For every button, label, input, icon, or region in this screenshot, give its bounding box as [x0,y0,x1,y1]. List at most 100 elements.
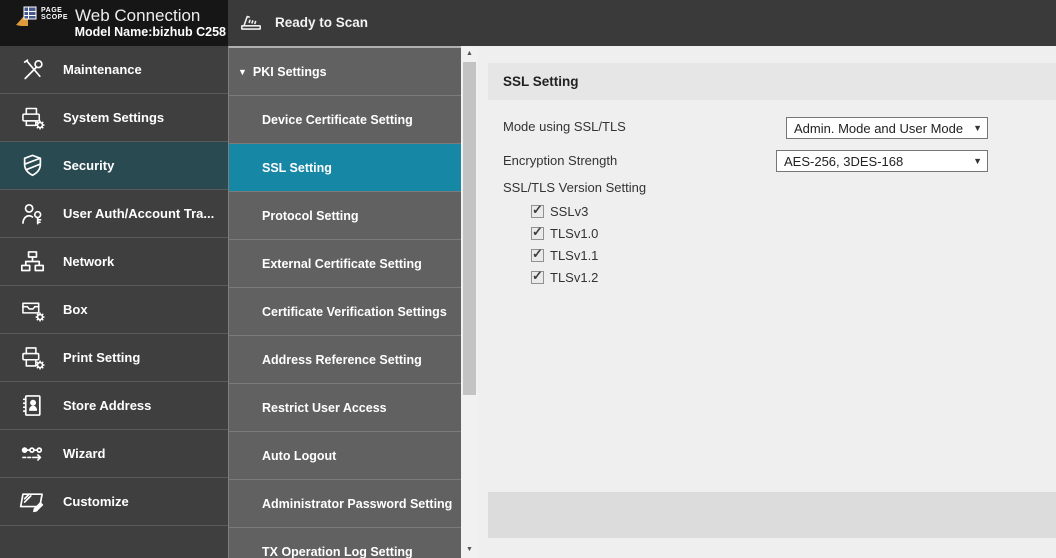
submenu-item-label: Certificate Verification Settings [262,305,447,319]
submenu-item-device-certificate-setting[interactable]: Device Certificate Setting [229,96,461,144]
sidebar-item-label: Customize [63,494,129,509]
submenu-item-protocol-setting[interactable]: Protocol Setting [229,192,461,240]
mode-using-ssl-tls-select[interactable]: Admin. Mode and User Mode ▼ [786,117,988,139]
submenu-item-label: Administrator Password Setting [262,497,452,511]
check-icon: ✓ [532,224,543,240]
sidebar-item-network[interactable]: Network [0,238,228,286]
submenu-item-label: Address Reference Setting [262,353,422,367]
scroll-up-arrow-icon[interactable]: ▲ [461,50,478,57]
pagescope-logo-icon [14,5,38,29]
checkbox-label: SSLv3 [550,204,588,219]
submenu-item-label: Auto Logout [262,449,336,463]
sidebar-item-box[interactable]: Box [0,286,228,334]
tlsv1-0-option-row: ✓ TLSv1.0 [531,225,598,241]
sidebar-item-label: User Auth/Account Tra... [63,206,214,221]
sidebar-item-label: Network [63,254,114,269]
submenu-item-certificate-verification-settings[interactable]: Certificate Verification Settings [229,288,461,336]
submenu-item-label: Protocol Setting [262,209,359,223]
printer-gear-icon [17,344,47,371]
sidebar-item-label: Box [63,302,88,317]
sidebar-item-system-settings[interactable]: System Settings [0,94,228,142]
submenu-group-label: PKI Settings [253,65,327,79]
sidebar-item-label: Security [63,158,114,173]
brand-line-scope: SCOPE [41,14,68,21]
security-submenu: ▼ PKI Settings Device Certificate Settin… [228,46,461,558]
sidebar-item-store-address[interactable]: Store Address [0,382,228,430]
check-icon: ✓ [532,202,543,218]
submenu-item-label: Device Certificate Setting [262,113,413,127]
sidebar-item-security[interactable]: Security [0,142,228,190]
dropdown-arrow-icon: ▼ [973,156,982,166]
select-value: Admin. Mode and User Mode [794,121,963,136]
main-sidebar: Maintenance System Settings Security [0,46,228,558]
tlsv1-2-checkbox[interactable]: ✓ [531,271,544,284]
checkbox-label: TLSv1.2 [550,270,598,285]
sslv3-option-row: ✓ SSLv3 [531,203,588,219]
sslv3-checkbox[interactable]: ✓ [531,205,544,218]
scroll-down-arrow-icon[interactable]: ▼ [461,546,478,553]
submenu-item-external-certificate-setting[interactable]: External Certificate Setting [229,240,461,288]
checkbox-label: TLSv1.1 [550,248,598,263]
model-name: Model Name:bizhub C258 [75,25,226,39]
sidebar-item-label: Store Address [63,398,151,413]
web-connection-app: PAGE SCOPE Web Connection Model Name:biz… [0,0,1056,558]
address-book-icon [17,392,47,419]
encryption-strength-label: Encryption Strength [503,154,617,167]
tlsv1-1-checkbox[interactable]: ✓ [531,249,544,262]
submenu-item-ssl-setting[interactable]: SSL Setting [229,144,461,192]
submenu-item-administrator-password-setting[interactable]: Administrator Password Setting [229,480,461,528]
submenu-scrollbar[interactable]: ▲ ▼ [461,46,478,558]
submenu-item-label: TX Operation Log Setting [262,545,413,558]
sidebar-item-label: Wizard [63,446,106,461]
brand-line-page: PAGE [41,7,68,14]
copier-gear-icon [17,104,47,131]
sidebar-item-user-auth[interactable]: User Auth/Account Tra... [0,190,228,238]
device-status: Ready to Scan [238,9,368,35]
tlsv1-1-option-row: ✓ TLSv1.1 [531,247,598,263]
ssl-tls-version-setting-label: SSL/TLS Version Setting [503,181,646,194]
shield-icon [17,152,47,179]
tlsv1-0-checkbox[interactable]: ✓ [531,227,544,240]
brand-area: PAGE SCOPE Web Connection Model Name:biz… [0,0,228,46]
sidebar-item-customize[interactable]: Customize [0,478,228,526]
collapse-triangle-icon: ▼ [238,67,247,77]
submenu-item-label: Restrict User Access [262,401,387,415]
scanner-ready-icon [238,9,264,35]
select-value: AES-256, 3DES-168 [784,154,903,169]
submenu-item-address-reference-setting[interactable]: Address Reference Setting [229,336,461,384]
submenu-item-restrict-user-access[interactable]: Restrict User Access [229,384,461,432]
sidebar-item-label: Maintenance [63,62,142,77]
encryption-strength-select[interactable]: AES-256, 3DES-168 ▼ [776,150,988,172]
mode-using-ssl-tls-label: Mode using SSL/TLS [503,120,626,133]
customize-pen-icon [17,488,47,515]
sidebar-item-label: System Settings [63,110,164,125]
check-icon: ✓ [532,268,543,284]
main-content: SSL Setting Mode using SSL/TLS Admin. Mo… [478,46,1056,558]
status-text: Ready to Scan [275,15,368,30]
content-footer-bar [488,492,1056,538]
submenu-item-label: External Certificate Setting [262,257,422,271]
top-bar: PAGE SCOPE Web Connection Model Name:biz… [0,0,1056,46]
scrollbar-thumb[interactable] [463,62,476,395]
tlsv1-2-option-row: ✓ TLSv1.2 [531,269,598,285]
page-title: SSL Setting [503,74,579,89]
checkbox-label: TLSv1.0 [550,226,598,241]
check-icon: ✓ [532,246,543,262]
submenu-item-label: SSL Setting [262,161,332,175]
submenu-item-tx-operation-log-setting[interactable]: TX Operation Log Setting [229,528,461,558]
brand-wordmark: PAGE SCOPE [41,7,68,21]
wizard-steps-icon [17,440,47,467]
dropdown-arrow-icon: ▼ [973,123,982,133]
user-key-icon [17,200,47,227]
sidebar-item-label: Print Setting [63,350,140,365]
sidebar-item-print-setting[interactable]: Print Setting [0,334,228,382]
sidebar-item-wizard[interactable]: Wizard [0,430,228,478]
box-gear-icon [17,296,47,323]
submenu-item-auto-logout[interactable]: Auto Logout [229,432,461,480]
submenu-group-pki-settings[interactable]: ▼ PKI Settings [229,48,461,96]
sidebar-item-maintenance[interactable]: Maintenance [0,46,228,94]
tools-icon [17,56,47,83]
app-title: Web Connection [75,5,200,27]
page-title-bar: SSL Setting [488,63,1056,100]
network-icon [17,248,47,275]
